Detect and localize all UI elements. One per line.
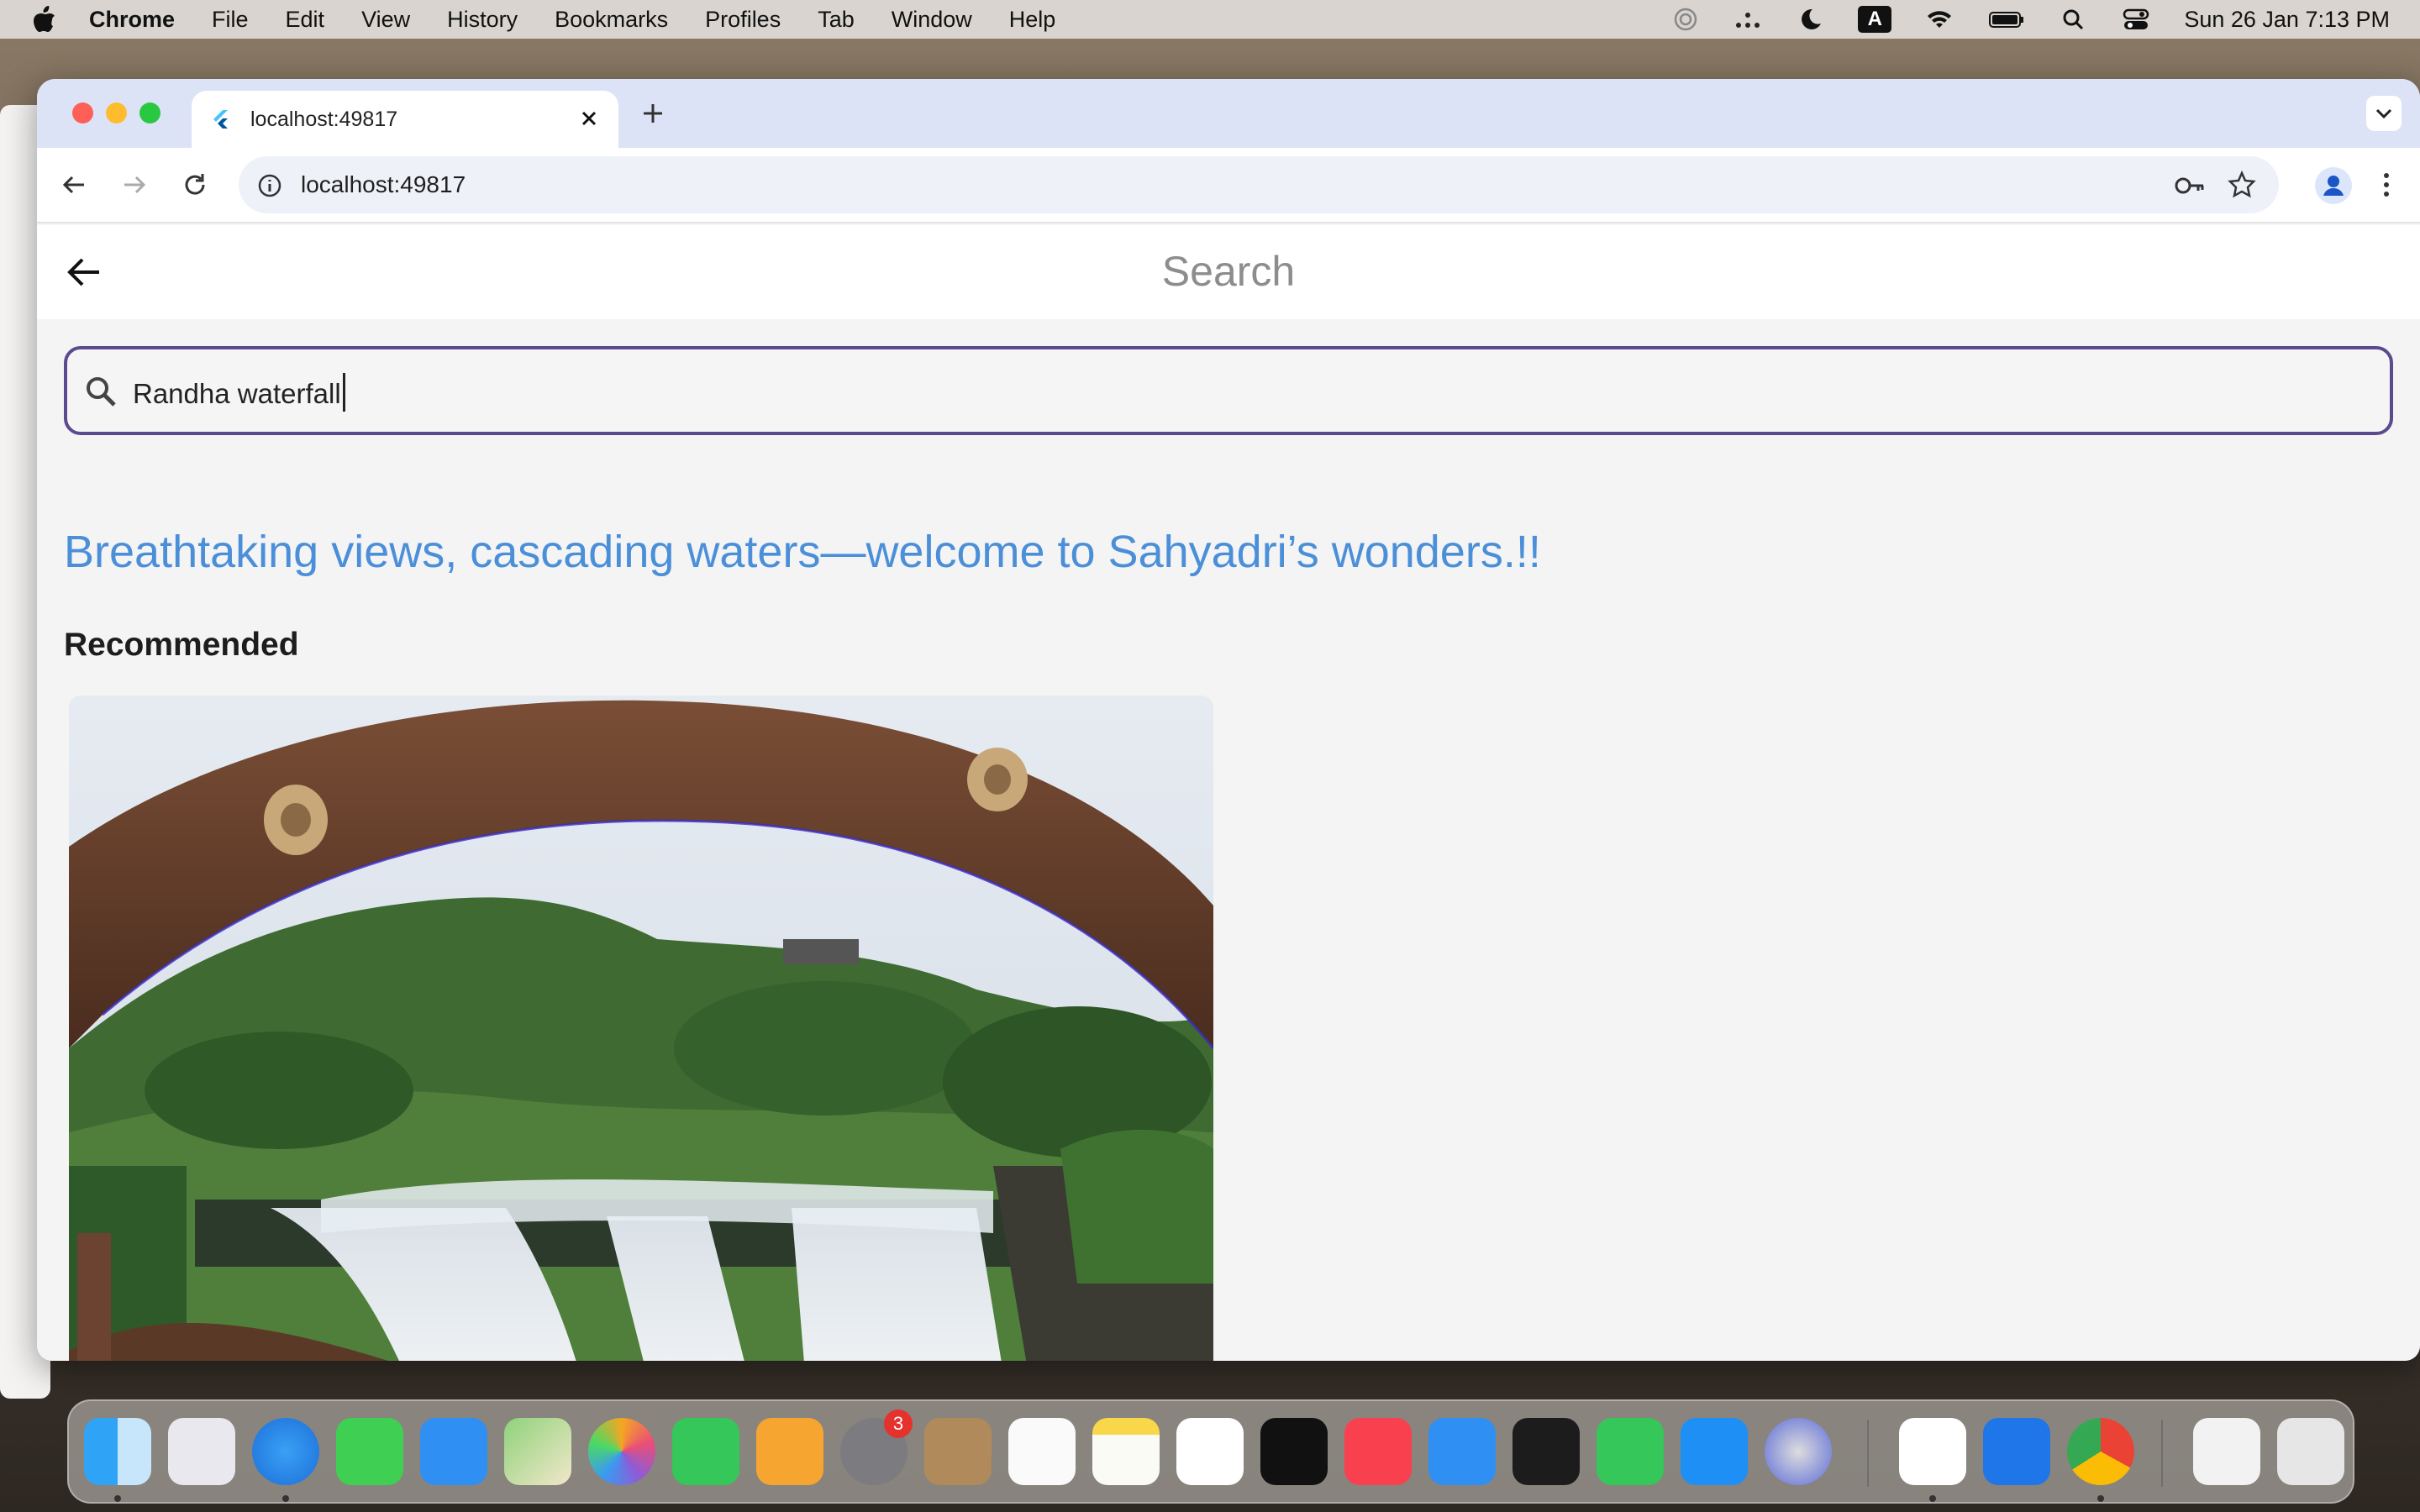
more-menu-icon[interactable]	[2370, 168, 2403, 202]
dock-chrome-icon[interactable]	[2067, 1418, 2134, 1485]
dock-keynote-icon[interactable]	[1428, 1418, 1496, 1485]
dock-separator	[1867, 1420, 1869, 1487]
search-value: Randha waterfall	[133, 378, 341, 409]
zoom-window-button[interactable]	[139, 102, 160, 123]
dock-running-dot	[114, 1495, 121, 1502]
tab-localhost[interactable]: localhost:49817	[192, 91, 618, 148]
moon-icon[interactable]	[1796, 7, 1824, 32]
dock-music-icon[interactable]	[1344, 1418, 1412, 1485]
menubar-clock[interactable]: Sun 26 Jan 7:13 PM	[2184, 7, 2390, 33]
dock-maps-icon[interactable]	[504, 1418, 571, 1485]
recommended-card[interactable]	[69, 696, 1213, 1361]
menu-tab[interactable]: Tab	[818, 7, 855, 33]
menu-profiles[interactable]: Profiles	[705, 7, 781, 33]
dock-notes-icon[interactable]	[1092, 1418, 1160, 1485]
chrome-window: localhost:49817 localhost:49817 Search R…	[37, 79, 2420, 1361]
search-input[interactable]: Randha waterfall	[133, 373, 345, 412]
dock-running-dot	[1929, 1495, 1936, 1502]
notification-badge: 3	[884, 1410, 913, 1438]
app-bar: Search	[37, 225, 2420, 319]
new-tab-icon[interactable]	[639, 99, 667, 128]
dock: 3	[67, 1399, 2354, 1504]
dock-reminders-icon[interactable]	[1008, 1418, 1076, 1485]
back-arrow-icon[interactable]	[59, 170, 89, 200]
dock-separator	[2161, 1420, 2163, 1487]
tagline-text: Breathtaking views, cascading waters—wel…	[64, 527, 1541, 577]
dock-safari-icon[interactable]	[252, 1418, 319, 1485]
section-title-recommended: Recommended	[64, 627, 299, 663]
menu-edit[interactable]: Edit	[286, 7, 325, 33]
dock-facetime-icon[interactable]	[672, 1418, 739, 1485]
spotlight-search-icon[interactable]	[2060, 7, 2088, 32]
menu-view[interactable]: View	[361, 7, 410, 33]
dock-launchpad-icon[interactable]	[168, 1418, 235, 1485]
tab-title: localhost:49817	[250, 107, 398, 131]
menu-file[interactable]: File	[212, 7, 249, 33]
waterfall-image	[69, 696, 1213, 1361]
dock-photos-icon[interactable]	[588, 1418, 655, 1485]
dock-archive-icon[interactable]	[2193, 1418, 2260, 1485]
search-field[interactable]: Randha waterfall	[64, 346, 2393, 435]
search-icon	[87, 377, 116, 407]
input-source-icon[interactable]: A	[1858, 6, 1892, 33]
dock-pages-icon[interactable]	[756, 1418, 823, 1485]
forward-arrow-icon[interactable]	[119, 170, 150, 200]
menu-bookmarks[interactable]: Bookmarks	[555, 7, 668, 33]
apple-icon[interactable]	[32, 5, 57, 34]
chevron-down-icon	[2375, 108, 2392, 119]
bookmark-star-icon[interactable]	[2227, 170, 2257, 200]
password-key-icon[interactable]	[2173, 171, 2207, 200]
dock-numbers-icon[interactable]	[1597, 1418, 1664, 1485]
profile-avatar-icon[interactable]	[2314, 166, 2353, 205]
wifi-icon[interactable]	[1925, 7, 1954, 32]
dock-messages-icon[interactable]	[336, 1418, 403, 1485]
minimize-window-button[interactable]	[106, 102, 127, 123]
page-content: Search Randha waterfall Breathtaking vie…	[37, 225, 2420, 1361]
address-bar[interactable]: localhost:49817	[239, 156, 2279, 213]
dock-running-dot	[2097, 1495, 2104, 1502]
battery-icon[interactable]	[1987, 7, 2026, 32]
dots-icon[interactable]	[1733, 7, 1762, 32]
flutter-icon	[213, 110, 228, 129]
dock-finder-icon[interactable]	[84, 1418, 151, 1485]
menu-app-name[interactable]: Chrome	[89, 7, 175, 33]
dock-terminal-icon[interactable]	[1512, 1418, 1580, 1485]
menu-history[interactable]: History	[447, 7, 518, 33]
close-window-button[interactable]	[72, 102, 93, 123]
dock-app-store-icon[interactable]	[1681, 1418, 1748, 1485]
reload-icon[interactable]	[180, 170, 210, 200]
dock-vscode-icon[interactable]	[1899, 1418, 1966, 1485]
airdrop-icon[interactable]	[1671, 7, 1700, 32]
dock-tv-icon[interactable]	[1260, 1418, 1328, 1485]
dock-xcode-icon[interactable]	[1983, 1418, 2050, 1485]
text-caret	[342, 373, 345, 412]
control-center-icon[interactable]	[2122, 7, 2150, 32]
menu-help[interactable]: Help	[1009, 7, 1056, 33]
menu-window[interactable]: Window	[892, 7, 972, 33]
url-text[interactable]: localhost:49817	[301, 171, 466, 198]
dock-trash-icon[interactable]	[2277, 1418, 2344, 1485]
dock-freeform-icon[interactable]	[1176, 1418, 1244, 1485]
close-tab-icon[interactable]	[576, 106, 602, 131]
dock-contacts-icon[interactable]	[924, 1418, 992, 1485]
dock-mail-icon[interactable]	[420, 1418, 487, 1485]
dock-running-dot	[282, 1495, 289, 1502]
browser-toolbar: localhost:49817	[37, 148, 2420, 223]
tab-strip: localhost:49817	[37, 79, 2420, 148]
page-title: Search	[1161, 248, 1296, 295]
menu-bar: Chrome File Edit View History Bookmarks …	[0, 0, 2420, 39]
tab-search-button[interactable]	[2366, 96, 2402, 131]
dock-screen-capture-icon[interactable]	[1765, 1418, 1832, 1485]
site-info-icon[interactable]	[257, 173, 282, 198]
